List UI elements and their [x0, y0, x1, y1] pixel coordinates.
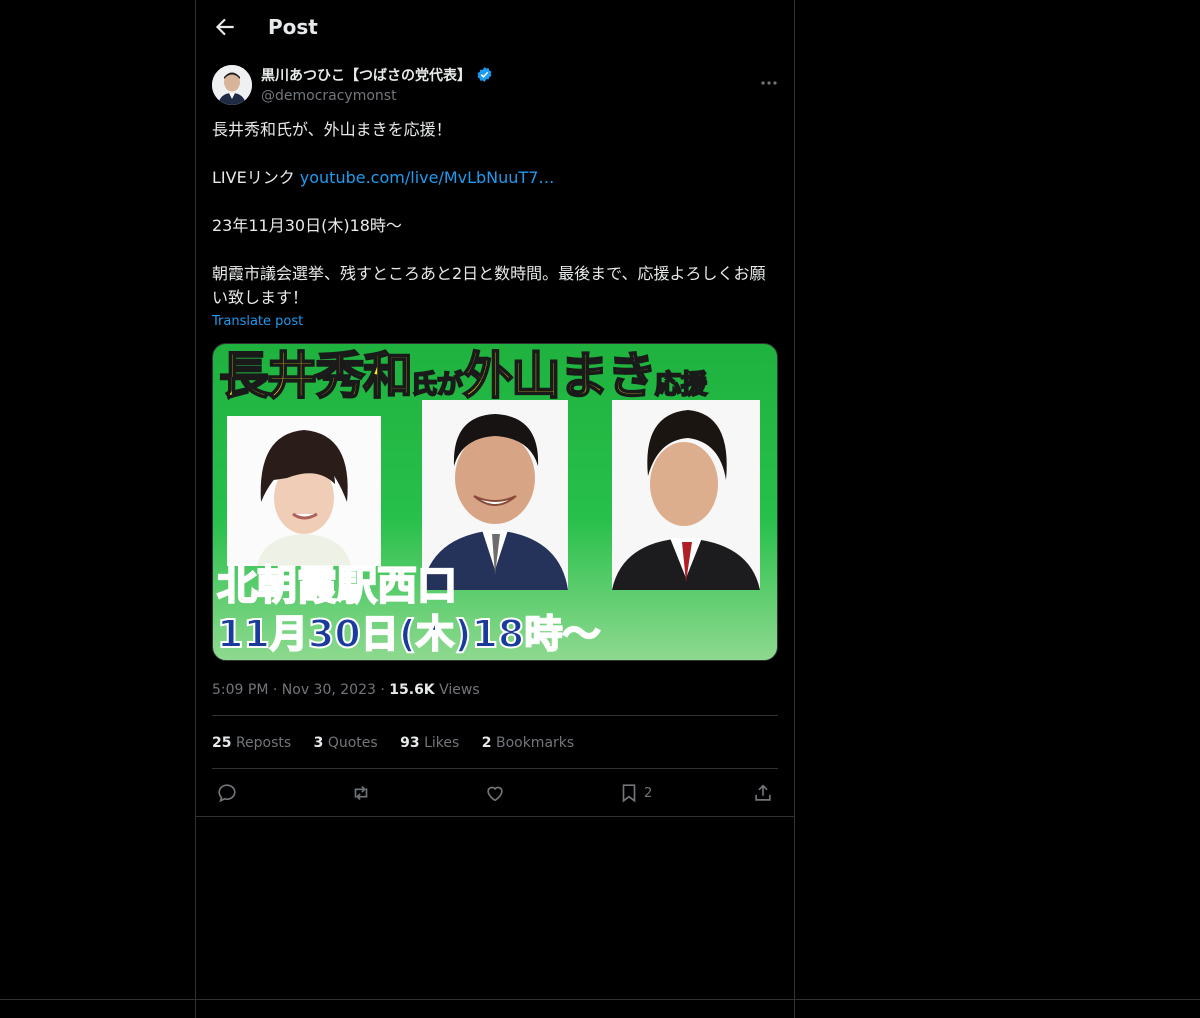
quotes-count: 3 — [313, 735, 324, 751]
post-line: 23年11月30日(木)18時〜 — [212, 216, 402, 235]
live-prefix: LIVEリンク — [212, 168, 300, 187]
post-line: 朝霞市議会選挙、残すところあと2日と数時間。最後まで、応援よろしくお願い致します… — [212, 264, 766, 307]
divider — [212, 768, 778, 769]
more-icon[interactable] — [760, 72, 778, 85]
reposts-count: 25 — [212, 735, 232, 751]
back-arrow-icon[interactable] — [212, 14, 238, 40]
bookmark-count: 2 — [644, 785, 653, 801]
author-handle[interactable]: @democracymonst — [261, 87, 397, 105]
share-icon[interactable] — [752, 780, 774, 806]
quotes-stat[interactable]: 3 Quotes — [314, 735, 378, 751]
post-date[interactable]: Nov 30, 2023 — [282, 682, 376, 698]
meta-dot: · — [380, 682, 385, 698]
media-title-b: 氏が — [410, 369, 464, 401]
media-title-c: 外山まき — [462, 346, 658, 406]
quotes-label: Quotes — [327, 735, 378, 751]
photo-woman — [227, 416, 381, 566]
divider — [196, 816, 794, 817]
media-datetime: 11月30日(木)18時〜 — [216, 611, 601, 657]
likes-stat[interactable]: 93 Likes — [400, 735, 459, 751]
views-label: Views — [439, 682, 480, 698]
divider — [212, 715, 778, 716]
page-title: Post — [268, 15, 318, 39]
engagement-stats: 25 Reposts 3 Quotes 93 Likes 2 Bookmarks — [212, 733, 592, 753]
repost-icon[interactable] — [350, 780, 372, 806]
avatar[interactable] — [212, 65, 252, 105]
bottom-divider — [0, 999, 1200, 1000]
reposts-label: Reposts — [235, 735, 292, 751]
post-image[interactable]: 長井秀和氏が外山まき応援 北朝霞駅西口 11月30日(木)18時〜 — [212, 343, 778, 661]
post-text: 長井秀和氏が、外山まきを応援！ LIVEリンク youtube.com/live… — [212, 118, 772, 310]
action-bar: 2 — [196, 780, 794, 806]
post-live-line: LIVEリンク youtube.com/live/MvLbNuuT7… — [212, 166, 772, 190]
bookmarks-count: 2 — [481, 735, 492, 751]
likes-count: 93 — [400, 735, 420, 751]
like-icon[interactable] — [484, 780, 506, 806]
bookmark-icon[interactable]: 2 — [618, 780, 652, 806]
post-line: 長井秀和氏が、外山まきを応援！ — [212, 120, 452, 139]
media-title-d: 応援 — [654, 369, 708, 401]
author-name[interactable]: 黒川あつひこ【つばさの党代表】 — [261, 66, 493, 85]
bookmarks-label: Bookmarks — [495, 735, 575, 751]
post-header: Post — [196, 0, 794, 54]
author-name-text[interactable]: 黒川あつひこ【つばさの党代表】 — [261, 68, 471, 84]
reply-icon[interactable] — [216, 780, 238, 806]
views-count: 15.6K — [389, 682, 435, 698]
media-title-a: 長井秀和 — [218, 346, 414, 406]
translate-post-link[interactable]: Translate post — [212, 314, 303, 329]
post-time[interactable]: 5:09 PM — [212, 682, 268, 698]
likes-label: Likes — [424, 735, 460, 751]
media-place: 北朝霞駅西口 — [216, 562, 458, 610]
post-meta: 5:09 PM · Nov 30, 2023 · 15.6K Views — [212, 680, 480, 700]
photo-right-man — [612, 400, 760, 590]
live-link[interactable]: youtube.com/live/MvLbNuuT7… — [300, 168, 555, 187]
bookmarks-stat[interactable]: 2 Bookmarks — [482, 735, 574, 751]
reposts-stat[interactable]: 25 Reposts — [212, 735, 291, 751]
meta-dot: · — [272, 682, 278, 698]
main-column: Post 黒川あつひこ【つばさの党代表】 @democracymonst 長井秀… — [195, 0, 795, 1018]
verified-badge-icon — [476, 66, 493, 83]
